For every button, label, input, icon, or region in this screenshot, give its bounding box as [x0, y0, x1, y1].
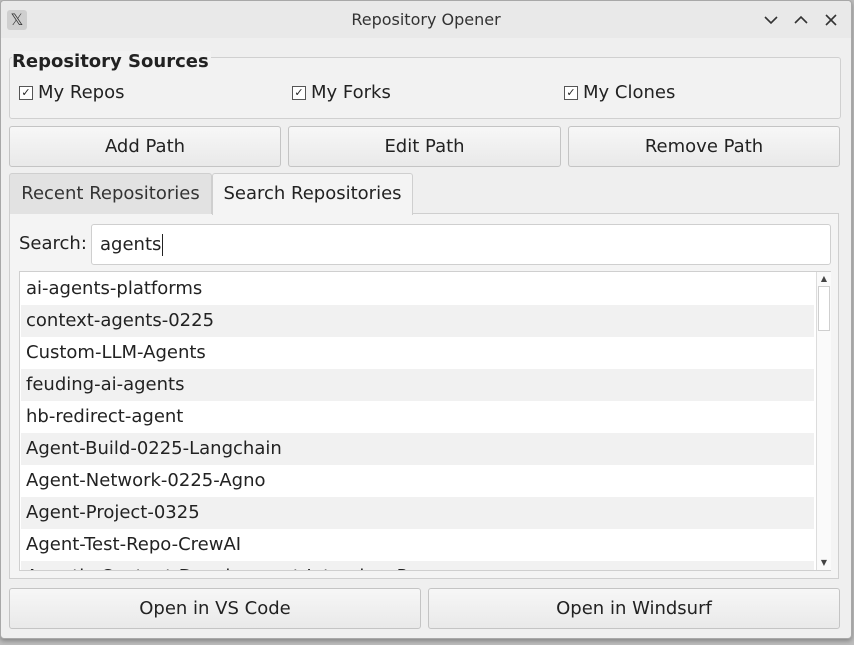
open-in-windsurf-button[interactable]: Open in Windsurf	[428, 588, 840, 629]
list-item[interactable]: Agent-Project-0325	[21, 497, 814, 529]
tab-search-repositories[interactable]: Search Repositories	[212, 173, 413, 215]
scroll-up-arrow-icon[interactable]: ▲	[817, 272, 831, 286]
checkmark-icon[interactable]: ✓	[292, 86, 306, 100]
search-input-value: agents	[100, 234, 162, 255]
tab-recent-repositories[interactable]: Recent Repositories	[9, 173, 212, 214]
remove-path-button[interactable]: Remove Path	[568, 126, 840, 167]
search-label: Search:	[19, 233, 87, 254]
edit-path-button[interactable]: Edit Path	[288, 126, 561, 167]
chevron-down-icon	[764, 16, 778, 25]
checkmark-icon[interactable]: ✓	[564, 86, 578, 100]
checkmark-icon[interactable]: ✓	[19, 86, 33, 100]
list-item[interactable]: Agent-Test-Repo-CrewAI	[21, 529, 814, 561]
list-item[interactable]: Custom-LLM-Agents	[21, 337, 814, 369]
repository-opener-window: 𝕏 Repository Opener Repository Sources ✓…	[0, 0, 852, 639]
search-input[interactable]: agents	[91, 224, 831, 265]
my-forks-label: My Forks	[311, 82, 391, 103]
chevron-up-icon	[794, 15, 808, 24]
results-scrollbar[interactable]: ▲ ▼	[816, 272, 831, 570]
repository-sources-title: Repository Sources	[12, 51, 211, 72]
window-title: Repository Opener	[351, 10, 501, 29]
close-icon	[825, 14, 837, 26]
close-button[interactable]	[820, 9, 842, 31]
list-item[interactable]: Agent-Build-0225-Langchain	[21, 433, 814, 465]
list-item[interactable]: Agent-Network-0225-Agno	[21, 465, 814, 497]
list-item[interactable]: Agentic-Content-Development-Interview-Pr…	[21, 561, 814, 570]
scrollbar-thumb[interactable]	[818, 286, 830, 331]
my-clones-label: My Clones	[583, 82, 676, 103]
list-item[interactable]: feuding-ai-agents	[21, 369, 814, 401]
open-in-vscode-button[interactable]: Open in VS Code	[9, 588, 421, 629]
list-item[interactable]: hb-redirect-agent	[21, 401, 814, 433]
add-path-button[interactable]: Add Path	[9, 126, 281, 167]
list-item[interactable]: ai-agents-platforms	[21, 273, 814, 305]
minimize-button[interactable]	[760, 9, 782, 31]
title-bar: 𝕏 Repository Opener	[1, 1, 851, 38]
scroll-down-arrow-icon[interactable]: ▼	[817, 556, 831, 570]
text-caret	[162, 234, 164, 256]
list-item[interactable]: context-agents-0225	[21, 305, 814, 337]
repository-results-list[interactable]: ai-agents-platforms context-agents-0225 …	[19, 271, 831, 571]
maximize-button[interactable]	[790, 9, 812, 31]
my-repos-label: My Repos	[38, 82, 125, 103]
